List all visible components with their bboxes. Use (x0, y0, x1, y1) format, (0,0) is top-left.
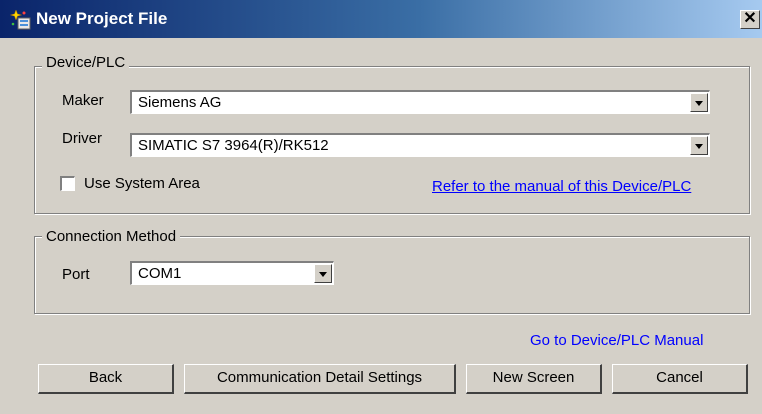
maker-value: Siemens AG (138, 94, 222, 111)
window-title: New Project File (36, 9, 168, 28)
new-screen-button[interactable]: New Screen (466, 364, 602, 394)
driver-label: Driver (62, 130, 102, 147)
port-label: Port (62, 266, 90, 283)
use-system-area-checkbox[interactable] (60, 176, 75, 191)
communication-detail-settings-button[interactable]: Communication Detail Settings (184, 364, 456, 394)
back-button[interactable]: Back (38, 364, 174, 394)
dropdown-arrow-icon (695, 144, 703, 149)
driver-dropdown[interactable]: SIMATIC S7 3964(R)/RK512 (130, 133, 710, 157)
dropdown-arrow-icon (319, 272, 327, 277)
maker-dropdown-button[interactable] (690, 93, 708, 112)
new-project-file-dialog: New Project File ✕ Device/PLC Maker Siem… (0, 0, 762, 414)
driver-dropdown-button[interactable] (690, 136, 708, 155)
device-plc-legend: Device/PLC (42, 54, 130, 71)
close-button[interactable]: ✕ (740, 10, 760, 29)
maker-label: Maker (62, 92, 104, 109)
cancel-button[interactable]: Cancel (612, 364, 748, 394)
port-dropdown-button[interactable] (314, 264, 332, 283)
device-manual-link[interactable]: Refer to the manual of this Device/PLC (432, 178, 691, 195)
project-sparkle-icon (10, 9, 31, 30)
dropdown-arrow-icon (695, 101, 703, 106)
port-dropdown[interactable]: COM1 (130, 261, 334, 285)
driver-value: SIMATIC S7 3964(R)/RK512 (138, 137, 329, 154)
connection-method-legend: Connection Method (42, 228, 181, 245)
use-system-area-label[interactable]: Use System Area (84, 175, 200, 192)
title-bar[interactable]: New Project File ✕ (0, 0, 762, 38)
close-icon: ✕ (743, 10, 757, 27)
port-value: COM1 (138, 265, 182, 282)
plc-manual-link[interactable]: Go to Device/PLC Manual (530, 332, 703, 349)
maker-dropdown[interactable]: Siemens AG (130, 90, 710, 114)
